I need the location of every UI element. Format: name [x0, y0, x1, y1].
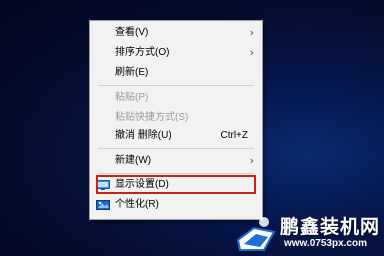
menu-item-sort-by[interactable]: 排序方式(O) › — [90, 43, 262, 63]
menu-item-label: 刷新(E) — [115, 67, 149, 78]
menu-item-label: 排序方式(O) — [115, 47, 170, 58]
menu-item-label: 撤消 删除(U) — [115, 130, 172, 141]
menu-item-undo-delete[interactable]: 撤消 删除(U) Ctrl+Z — [90, 126, 262, 146]
personalize-icon — [96, 200, 110, 210]
menu-item-new[interactable]: 新建(W) › — [90, 151, 262, 171]
menu-item-label: 粘贴快捷方式(S) — [115, 112, 189, 123]
brand-logo-icon — [236, 217, 276, 251]
watermark-url: www.0753px.com — [284, 238, 367, 249]
menu-item-refresh[interactable]: 刷新(E) — [90, 63, 262, 83]
menu-item-shortcut: Ctrl+Z — [220, 130, 249, 141]
chevron-right-icon: › — [249, 154, 254, 167]
menu-item-label: 粘贴(P) — [115, 92, 149, 103]
menu-item-label: 查看(V) — [115, 27, 149, 38]
chevron-right-icon: › — [249, 26, 254, 39]
chevron-right-icon: › — [249, 46, 254, 59]
highlight-box — [96, 175, 256, 194]
menu-separator — [98, 148, 254, 149]
watermark: 鹏鑫装机网 www.0753px.com — [234, 210, 384, 256]
watermark-brand: 鹏鑫装机网 — [280, 216, 381, 238]
menu-item-paste-shortcut: 粘贴快捷方式(S) — [90, 108, 262, 128]
desktop-context-menu: 查看(V) › 排序方式(O) › 刷新(E) 粘贴(P) 粘贴快捷方式(S) … — [89, 20, 263, 220]
menu-item-label: 新建(W) — [115, 155, 152, 166]
menu-item-paste: 粘贴(P) — [90, 88, 262, 108]
menu-item-view[interactable]: 查看(V) › — [90, 23, 262, 43]
menu-item-label: 个性化(R) — [115, 199, 159, 210]
menu-separator — [98, 85, 254, 86]
menu-separator — [98, 173, 254, 174]
